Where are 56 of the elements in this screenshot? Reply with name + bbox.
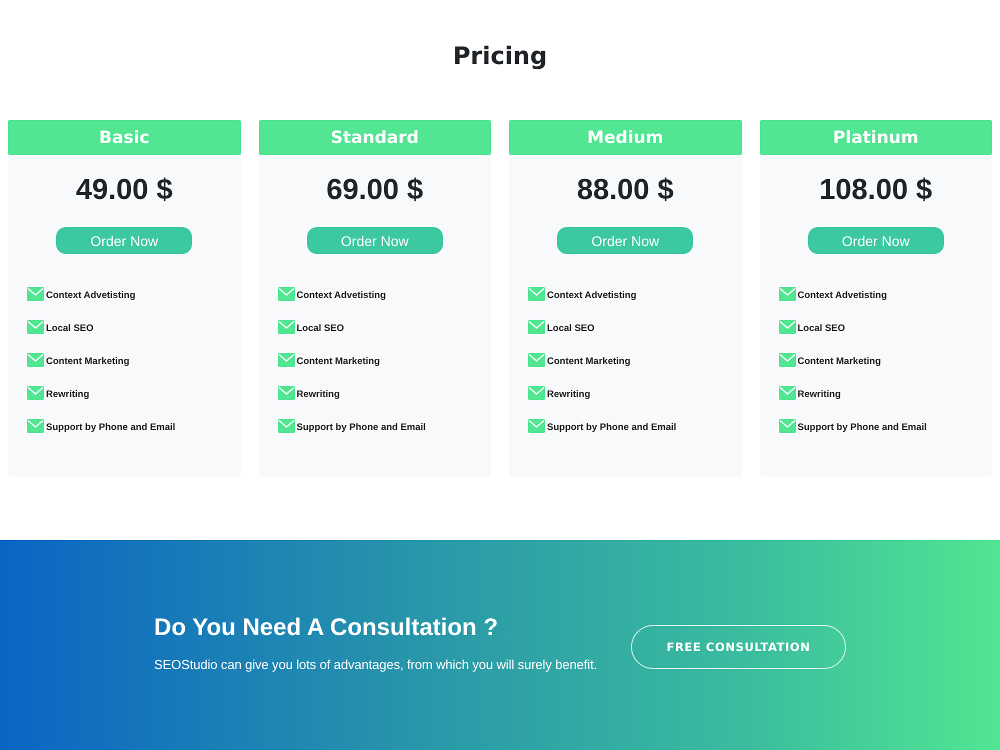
envelope-icon xyxy=(778,286,796,300)
section-title: Pricing xyxy=(452,41,548,72)
order-button[interactable]: Order Now xyxy=(306,227,443,254)
feature-text: Context Advetisting xyxy=(46,290,136,300)
order-button[interactable]: Order Now xyxy=(557,227,694,254)
envelope-icon xyxy=(778,320,796,334)
feature-text: Local SEO xyxy=(547,322,595,334)
envelope-icon xyxy=(778,386,796,400)
envelope-icon xyxy=(528,386,545,400)
plan-name: Medium xyxy=(509,120,742,155)
feature-text: Local SEO xyxy=(296,322,344,334)
feature-text: Rewriting xyxy=(46,388,90,400)
plan-name: Basic xyxy=(8,120,240,155)
envelope-icon xyxy=(27,286,44,300)
feature-text: Support by Phone and Email xyxy=(296,422,426,432)
envelope-icon xyxy=(528,286,545,300)
feature-text: Content Marketing xyxy=(296,356,380,366)
envelope-icon xyxy=(27,386,44,400)
envelope-icon xyxy=(278,352,294,366)
envelope-icon xyxy=(778,418,796,432)
feature-text: Context Advetisting xyxy=(547,290,636,300)
envelope-icon xyxy=(278,386,294,400)
feature-text: Content Marketing xyxy=(547,356,630,366)
consultation-button[interactable]: FREE CONSULTATION xyxy=(631,625,846,669)
envelope-icon xyxy=(27,320,44,334)
feature-text: Rewriting xyxy=(798,388,841,400)
feature-text: Local SEO xyxy=(46,322,94,334)
envelope-icon xyxy=(278,418,294,432)
plan-name: Standard xyxy=(258,120,491,155)
plan-price: 88.00 $ xyxy=(576,173,674,208)
plan-price: 69.00 $ xyxy=(326,173,424,208)
order-button[interactable]: Order Now xyxy=(56,227,192,254)
envelope-icon xyxy=(27,352,44,366)
envelope-icon xyxy=(778,352,796,366)
banner-heading: Do You Need A Consultation ? xyxy=(154,613,499,643)
feature-text: Support by Phone and Email xyxy=(547,422,676,432)
envelope-icon xyxy=(278,320,294,334)
banner-text: SEOStudio can give you lots of advantages, from which you will surely benefit. xyxy=(154,656,598,674)
envelope-icon xyxy=(528,320,545,334)
plan-name: Platinum xyxy=(760,120,992,155)
plan-price: 108.00 $ xyxy=(819,173,932,208)
order-button[interactable]: Order Now xyxy=(808,227,944,254)
feature-text: Local SEO xyxy=(798,322,846,334)
envelope-icon xyxy=(278,286,294,300)
feature-text: Content Marketing xyxy=(798,356,881,366)
feature-text: Support by Phone and Email xyxy=(798,422,927,432)
feature-text: Content Marketing xyxy=(46,356,130,366)
plan-price: 49.00 $ xyxy=(76,173,173,208)
feature-text: Context Advetisting xyxy=(296,290,386,300)
feature-text: Rewriting xyxy=(547,388,590,400)
envelope-icon xyxy=(27,418,44,432)
envelope-icon xyxy=(528,418,545,432)
feature-text: Rewriting xyxy=(296,388,340,400)
envelope-icon xyxy=(528,352,545,366)
feature-text: Support by Phone and Email xyxy=(46,422,176,432)
feature-text: Context Advetisting xyxy=(798,290,887,300)
